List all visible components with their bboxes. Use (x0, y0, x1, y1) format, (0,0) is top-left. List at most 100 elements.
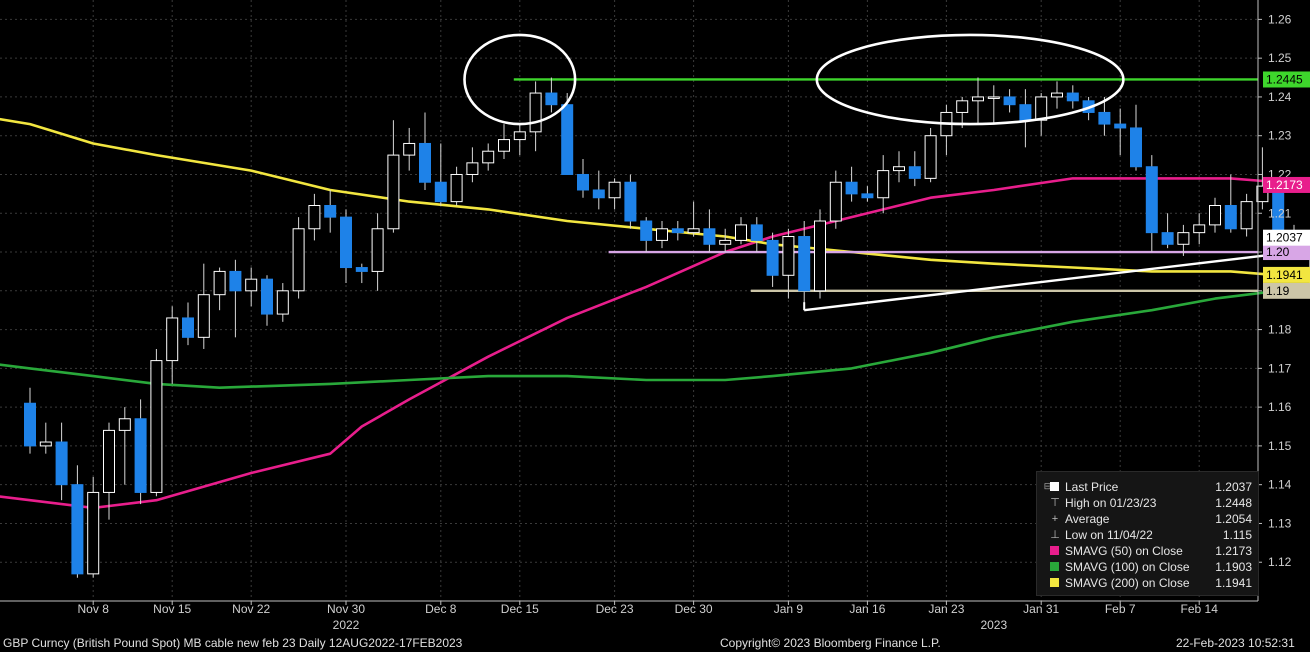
candle-body (893, 166, 905, 172)
candle-body (1035, 96, 1048, 121)
candle-body (956, 100, 969, 113)
footer-timestamp: 22-Feb-2023 10:52:31 (1176, 636, 1295, 650)
candle-body (450, 173, 463, 203)
candle-body (513, 131, 526, 141)
candle-body (466, 162, 479, 175)
legend-value: 1.1941 (1215, 576, 1252, 590)
candle-body (292, 228, 305, 292)
candle-body (703, 228, 716, 245)
candle-body (1209, 205, 1221, 226)
x-axis: Nov 8 Nov 15 Nov 22 Nov 30 Dec 8 Dec 15 Dec 23… (0, 600, 1258, 632)
candle-body (434, 181, 447, 203)
candle-body (1019, 104, 1032, 121)
candle-body (656, 228, 668, 241)
candle-body (561, 104, 574, 175)
candle-body (419, 142, 431, 183)
trendline (803, 250, 1295, 312)
candle-body (687, 228, 700, 234)
candle-body (1130, 127, 1142, 168)
candle-body (545, 92, 558, 106)
candle-body (861, 193, 874, 199)
candle-body (118, 418, 131, 431)
x-tick-label: Nov 30 (327, 602, 365, 616)
candle-body (371, 228, 384, 272)
y-tick-label: 1.21 (1268, 206, 1292, 220)
candle-body (324, 205, 337, 218)
candle-body (71, 484, 84, 575)
legend-swatch (1050, 578, 1059, 587)
candle-body (829, 181, 842, 222)
legend-row: SMAVG (50) on Close 1.2173 (1037, 543, 1258, 559)
candle-body (798, 236, 811, 292)
candle-body (608, 181, 621, 199)
legend-swatch (1050, 562, 1059, 571)
legend-name: SMAVG (100) on Close (1065, 560, 1190, 574)
candle-body (987, 96, 1000, 99)
x-tick-label: Dec 8 (425, 602, 457, 616)
legend-marker-icon: + (1051, 513, 1059, 525)
x-tick-label: Feb 7 (1105, 602, 1136, 616)
price-tag-label: 1.1941 (1266, 268, 1303, 282)
candle-body (1051, 92, 1063, 98)
candle-body (529, 92, 542, 133)
candle-body (340, 216, 352, 269)
candle-body (355, 267, 368, 272)
candle-body (1193, 224, 1206, 234)
x-tick-label: Dec 30 (675, 602, 713, 616)
candle-body (1098, 111, 1111, 125)
price-tag-label: 1.19 (1266, 284, 1290, 298)
ma-line (0, 289, 1279, 390)
legend-name: Average (1065, 512, 1110, 526)
moving-averages (0, 117, 1279, 510)
candle-body (39, 441, 52, 447)
candle-body (182, 317, 194, 338)
x-tick-label: Jan 9 (774, 602, 804, 616)
legend-value: 1.115 (1222, 528, 1252, 542)
legend-marker-icon: ⊤ (1050, 497, 1060, 509)
legend-value: 1.2173 (1215, 544, 1252, 558)
candle-body (229, 270, 242, 292)
candle-body (1240, 201, 1253, 230)
price-tags: 1.2445 1.20 1.19 1.2173 1.2037 1.1941 (1263, 71, 1310, 299)
candle-body (719, 239, 732, 245)
candle-body (1177, 232, 1190, 245)
candle-body (1066, 92, 1079, 102)
y-tick-label: 1.12 (1268, 555, 1292, 569)
x-tick-label: Jan 16 (849, 602, 885, 616)
x-tick-label: Dec 23 (596, 602, 634, 616)
legend-marker-icon: ⊥ (1050, 529, 1060, 541)
candle-body (55, 441, 68, 486)
y-tick-label: 1.13 (1268, 516, 1292, 530)
candle-body (387, 154, 400, 230)
legend-row: ⊥ Low on 11/04/22 1.115 (1037, 527, 1258, 543)
candle-body (908, 166, 921, 179)
candle-body (640, 220, 653, 241)
candle-body (276, 290, 289, 315)
legend-row: SMAVG (100) on Close 1.1903 (1037, 559, 1258, 575)
legend-row: SMAVG (200) on Close 1.1941 (1037, 575, 1258, 591)
x-year-label: 2022 (333, 618, 360, 632)
y-tick-label: 1.17 (1268, 361, 1292, 375)
candle-body (498, 139, 510, 152)
legend-row: ⊟ Last Price 1.2037 (1037, 479, 1258, 495)
y-tick-label: 1.24 (1268, 90, 1292, 104)
price-tag-label: 1.2445 (1266, 72, 1303, 86)
candle-body (972, 96, 984, 102)
legend-swatch (1050, 482, 1059, 491)
legend-value: 1.2448 (1215, 496, 1252, 510)
y-axis: 1.12 1.13 1.14 1.15 1.16 1.17 1.18 1.19 1.20 1.21… (1257, 0, 1292, 601)
ma-line (0, 117, 1279, 277)
x-tick-label: Jan 23 (928, 602, 964, 616)
candle-body (924, 135, 937, 179)
x-tick-label: Feb 14 (1181, 602, 1219, 616)
candle-body (213, 270, 226, 296)
candle-body (482, 150, 495, 164)
candle-body (1161, 232, 1174, 245)
legend-swatch (1050, 546, 1059, 555)
y-tick-label: 1.25 (1268, 51, 1292, 65)
candle-body (814, 220, 826, 292)
x-tick-label: Jan 31 (1023, 602, 1059, 616)
candle-body (87, 491, 100, 575)
candle-body (1145, 166, 1158, 234)
price-tag-label: 1.20 (1266, 245, 1290, 259)
